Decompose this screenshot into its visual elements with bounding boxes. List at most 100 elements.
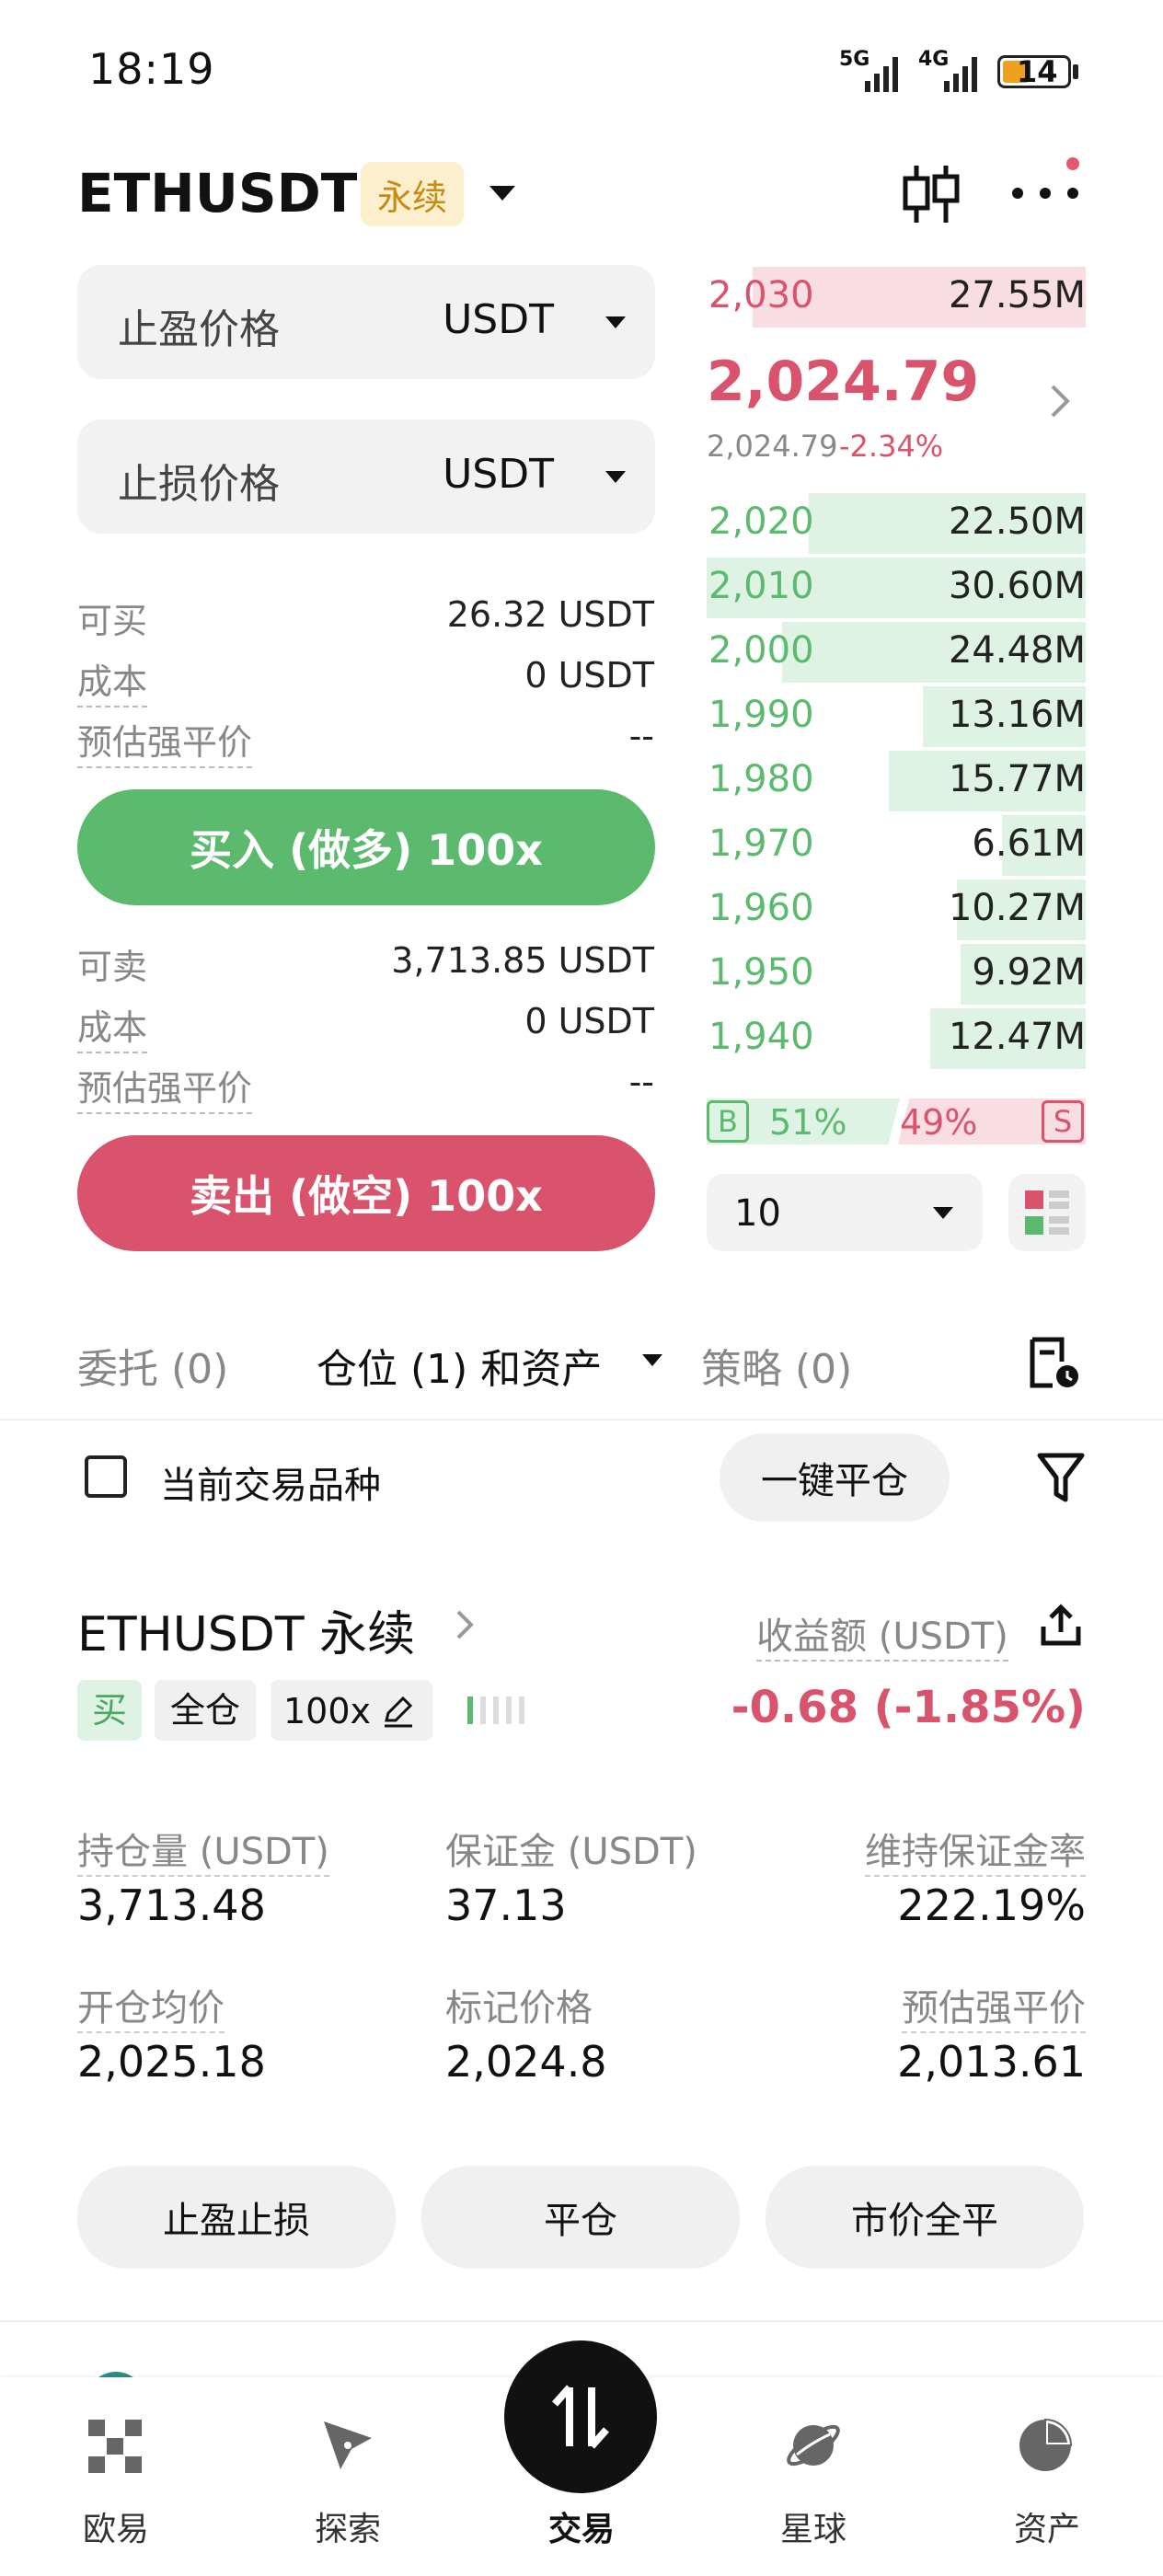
tp-unit-dropdown-icon — [605, 316, 626, 328]
mark-price: 2,024.79 — [707, 429, 838, 464]
bid-row[interactable]: 1,960 10.27M — [707, 880, 1086, 940]
bid-row[interactable]: 1,940 12.47M — [707, 1008, 1086, 1069]
ask-price: 2,030 — [708, 274, 814, 316]
bid-row[interactable]: 2,010 30.60M — [707, 558, 1086, 618]
current-pair-checkbox[interactable] — [85, 1455, 127, 1498]
filter-icon[interactable] — [1036, 1450, 1086, 1505]
buy-liq-price-value: -- — [628, 716, 654, 756]
share-icon[interactable] — [1038, 1603, 1084, 1649]
close-all-button[interactable]: 一键平仓 — [720, 1433, 950, 1522]
buy-available-value: 26.32 USDT — [446, 594, 654, 635]
bid-price: 1,950 — [708, 951, 814, 994]
planet-icon[interactable] — [782, 2414, 845, 2477]
battery-icon: 14 — [997, 54, 1071, 89]
nav-label-okx[interactable]: 欧易 — [42, 2502, 190, 2550]
tab-positions[interactable]: 仓位 (1) 和资产 — [317, 1336, 602, 1395]
bid-row[interactable]: 2,020 22.50M — [707, 493, 1086, 554]
buy-long-button[interactable]: 买入 (做多) 100x — [77, 789, 655, 905]
chevron-right-icon[interactable] — [455, 1608, 477, 1641]
bid-volume: 10.27M — [948, 887, 1086, 929]
buy-available-label: 可买 — [77, 601, 148, 641]
bid-row[interactable]: 1,950 9.92M — [707, 944, 1086, 1005]
last-price: 2,024.79 — [707, 350, 980, 414]
assets-pie-icon[interactable] — [1016, 2416, 1075, 2475]
candlestick-chart-icon[interactable] — [898, 162, 962, 226]
position-title[interactable]: ETHUSDT 永续 — [77, 1595, 415, 1664]
sell-liq-price-value: -- — [628, 1062, 654, 1102]
pnl-label[interactable]: 收益额 (USDT) — [756, 1606, 1008, 1662]
bid-price: 1,960 — [708, 887, 814, 929]
stop-loss-field[interactable]: 止损价格 USDT — [77, 420, 655, 534]
nav-label-assets[interactable]: 资产 — [973, 2502, 1121, 2550]
battery-cap — [1073, 64, 1078, 79]
edit-icon — [385, 1696, 413, 1728]
chevron-right-icon[interactable] — [1047, 383, 1073, 420]
tp-sl-button[interactable]: 止盈止损 — [77, 2166, 396, 2269]
sell-short-button[interactable]: 卖出 (做空) 100x — [77, 1135, 655, 1251]
entry-price-label[interactable]: 开仓均价 — [77, 1978, 225, 2033]
sl-unit-dropdown-icon — [605, 471, 626, 483]
bid-volume: 24.48M — [948, 629, 1086, 672]
sell-ratio-label: S — [1042, 1100, 1084, 1143]
pair-title[interactable]: ETHUSDT — [77, 162, 357, 224]
depth-select[interactable]: 10 — [707, 1174, 983, 1251]
close-position-button[interactable]: 平仓 — [421, 2166, 740, 2269]
position-size-value: 3,713.48 — [77, 1880, 266, 1930]
buy-ratio-value: 51% — [769, 1102, 847, 1143]
buy-ratio-label: B — [707, 1100, 749, 1143]
sell-cost-value: 0 USDT — [524, 1001, 654, 1041]
bid-volume: 9.92M — [972, 951, 1086, 994]
perpetual-badge: 永续 — [361, 162, 464, 226]
pair-dropdown-icon[interactable] — [489, 186, 515, 201]
orderbook-layout-icon[interactable] — [1008, 1174, 1086, 1251]
bid-row[interactable]: 1,980 15.77M — [707, 751, 1086, 811]
bid-price: 1,980 — [708, 758, 814, 800]
positions-dropdown-icon[interactable] — [642, 1354, 662, 1366]
buy-liq-price-label[interactable]: 预估强平价 — [77, 714, 253, 768]
bid-row[interactable]: 1,970 6.61M — [707, 815, 1086, 876]
price-change: -2.34% — [839, 429, 944, 464]
bid-volume: 6.61M — [972, 822, 1086, 865]
swap-arrows-icon — [552, 2385, 609, 2449]
nav-label-explore[interactable]: 探索 — [274, 2502, 421, 2550]
okx-logo-icon[interactable] — [86, 2418, 144, 2475]
mark-price-value: 2,024.8 — [445, 2037, 607, 2087]
order-history-icon[interactable] — [1025, 1334, 1084, 1393]
pnl-value: -0.68 (-1.85%) — [731, 1682, 1086, 1733]
bid-volume: 22.50M — [948, 500, 1086, 543]
nav-label-trade[interactable]: 交易 — [508, 2502, 655, 2550]
position-size-label[interactable]: 持仓量 (USDT) — [77, 1822, 329, 1877]
leverage-tag[interactable]: 100x — [271, 1680, 432, 1741]
tab-strategy[interactable]: 策略 (0) — [701, 1336, 852, 1395]
margin-label[interactable]: 保证金 (USDT) — [445, 1822, 697, 1875]
section-divider — [0, 2320, 1163, 2322]
bid-row[interactable]: 2,000 24.48M — [707, 622, 1086, 683]
more-options-icon[interactable] — [1008, 155, 1084, 210]
sell-cost-label[interactable]: 成本 — [77, 999, 148, 1053]
risk-level-indicator — [467, 1696, 532, 1724]
take-profit-field[interactable]: 止盈价格 USDT — [77, 265, 655, 379]
bid-price: 1,990 — [708, 694, 814, 736]
bid-row[interactable]: 1,990 13.16M — [707, 686, 1086, 747]
sell-available-value: 3,713.85 USDT — [391, 940, 654, 981]
nav-label-planet[interactable]: 星球 — [740, 2502, 887, 2550]
liq-price-value: 2,013.61 — [897, 2037, 1086, 2087]
ask-row[interactable]: 2,030 27.55M — [707, 267, 1086, 328]
trade-fab[interactable] — [504, 2340, 657, 2493]
buy-cost-label[interactable]: 成本 — [77, 653, 148, 707]
sell-liq-price-label[interactable]: 预估强平价 — [77, 1060, 253, 1114]
market-close-all-button[interactable]: 市价全平 — [766, 2166, 1084, 2269]
current-pair-label: 当前交易品种 — [160, 1465, 381, 1507]
compass-icon[interactable] — [318, 2416, 377, 2475]
side-tag: 买 — [77, 1680, 142, 1741]
bid-price: 2,010 — [708, 565, 814, 607]
bid-volume: 12.47M — [948, 1016, 1086, 1058]
tab-orders[interactable]: 委托 (0) — [77, 1336, 228, 1395]
liq-price-label[interactable]: 预估强平价 — [902, 1978, 1086, 2033]
mark-price-label[interactable]: 标记价格 — [445, 1978, 593, 2031]
sell-ratio-value: 49% — [900, 1102, 978, 1143]
signal-5g-icon: 5G — [839, 48, 905, 96]
bid-price: 1,940 — [708, 1016, 814, 1058]
bid-volume: 13.16M — [948, 694, 1086, 736]
maint-margin-label[interactable]: 维持保证金率 — [865, 1822, 1086, 1877]
